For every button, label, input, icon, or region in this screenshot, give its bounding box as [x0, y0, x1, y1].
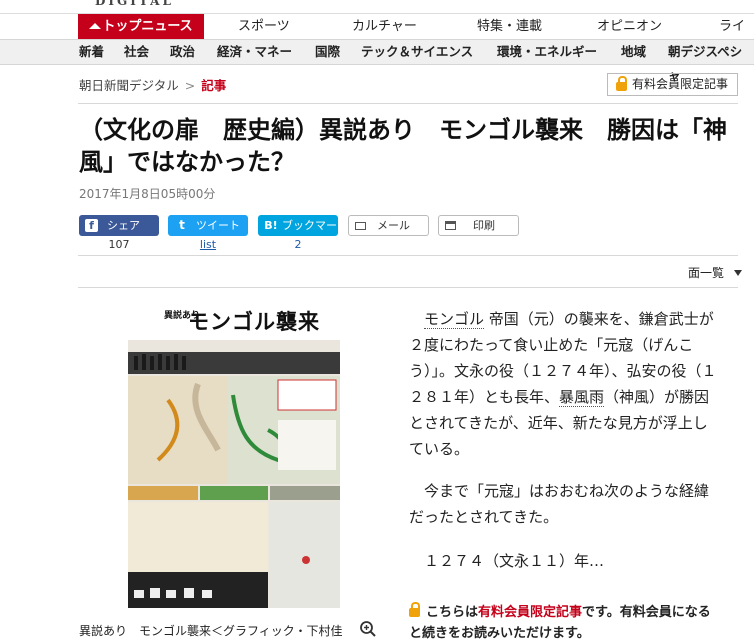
subnav-international[interactable]: 国際: [315, 40, 340, 64]
divider: [78, 103, 738, 104]
subnav-special[interactable]: 朝デジスペシャ: [668, 40, 754, 83]
lock-icon: [616, 76, 627, 91]
breadcrumb: 朝日新聞デジタル > 記事: [79, 75, 226, 94]
divider: [78, 255, 738, 256]
keyword-link[interactable]: 暴風雨: [559, 388, 605, 407]
mail-button[interactable]: メール: [348, 215, 429, 236]
facebook-icon: f: [85, 219, 98, 232]
tab-top-news[interactable]: トップニュース: [78, 14, 204, 40]
divider: [78, 287, 738, 288]
paid-member-link[interactable]: 有料会員限定記事: [478, 605, 582, 620]
tab-culture[interactable]: カルチャー: [352, 14, 417, 40]
twitter-list-link[interactable]: list: [168, 238, 248, 251]
graphic-illustration: [128, 340, 340, 608]
zoom-icon[interactable]: [359, 620, 377, 638]
subnav-new[interactable]: 新着: [79, 40, 104, 64]
facebook-share-button[interactable]: f シェア: [79, 215, 159, 236]
twitter-icon: t: [179, 218, 185, 232]
breadcrumb-current[interactable]: 記事: [201, 78, 226, 93]
hatena-bookmark-count: 2: [294, 238, 302, 251]
article-paragraph: １２７４（文永１１）年…: [424, 552, 605, 570]
paywall-notice: こちらは有料会員限定記事です。有料会員になると続きをお読みいただけます。: [409, 602, 711, 641]
main-nav: トップニュース スポーツ カルチャー 特集・連載 オピニオン ライ: [0, 13, 754, 40]
brand-logo[interactable]: DIGITAL: [95, 0, 174, 8]
subnav-society[interactable]: 社会: [124, 40, 149, 64]
graphic-header: 異説あり モンゴル襲来: [128, 298, 340, 340]
hatena-bookmark-button[interactable]: B! ブックマーク: [258, 215, 338, 253]
print-button[interactable]: 印刷: [438, 215, 519, 236]
twitter-share-button[interactable]: t ツイート: [168, 215, 248, 236]
subnav-economy[interactable]: 経済・マネー: [217, 40, 292, 64]
tab-opinion[interactable]: オピニオン: [597, 14, 662, 40]
sub-nav: 新着 社会 政治 経済・マネー 国際 テック＆サイエンス 環境・エネルギー 地域…: [0, 39, 754, 83]
mail-icon: [355, 222, 366, 230]
hatena-bookmark-icon: B!: [264, 219, 278, 232]
article-title: （文化の扉 歴史編）異説あり モンゴル襲来 勝因は「神風」ではなかった？: [79, 115, 727, 176]
lock-icon: [409, 602, 420, 617]
tab-sports[interactable]: スポーツ: [238, 14, 290, 40]
printer-icon: [445, 221, 456, 230]
subnav-politics[interactable]: 政治: [170, 40, 195, 64]
tab-features[interactable]: 特集・連載: [477, 14, 542, 40]
article-paragraph: 今まで「元寇」はおおむね次のような経緯だったとされてきた。: [409, 482, 710, 526]
breadcrumb-separator: >: [184, 78, 196, 93]
article-graphic[interactable]: 異説あり モンゴル襲来: [128, 298, 340, 608]
breadcrumb-home[interactable]: 朝日新聞デジタル: [79, 78, 179, 93]
graphic-caption: 異説あり モンゴル襲来＜グラフィック・下村佳: [79, 624, 343, 638]
tab-life[interactable]: ライ: [719, 14, 745, 40]
facebook-share-count: 107: [108, 238, 130, 251]
article-paragraph: モンゴル 帝国（元）の襲来を、鎌倉武士が２度にわたって食い止めた「元寇（げんこう…: [409, 310, 717, 458]
paid-member-badge: 有料会員限定記事: [607, 73, 738, 96]
subnav-region[interactable]: 地域: [621, 40, 646, 64]
triangle-down-icon: [733, 270, 742, 276]
page-list-menu[interactable]: 面一覧: [688, 264, 742, 281]
graphic-title: モンゴル襲来: [188, 309, 320, 334]
home-icon: [89, 23, 102, 29]
subnav-environment[interactable]: 環境・エネルギー: [497, 40, 597, 64]
subnav-tech-science[interactable]: テック＆サイエンス: [361, 40, 473, 64]
article-date: 2017年1月8日05時00分: [79, 187, 216, 201]
keyword-link[interactable]: モンゴル: [424, 310, 485, 329]
